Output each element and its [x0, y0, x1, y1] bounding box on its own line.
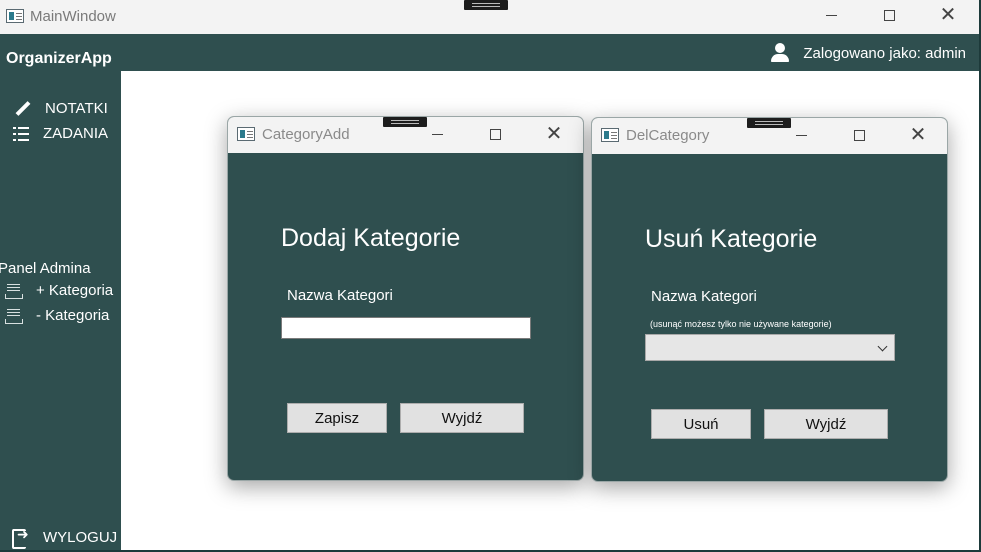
category-name-label: Nazwa Kategori [287, 287, 393, 304]
close-button[interactable]: ✕ [903, 122, 933, 148]
header-bar: OrganizerApp Zalogowano jako: admin [0, 34, 979, 71]
list-icon [13, 126, 29, 141]
maximize-button[interactable] [480, 121, 510, 147]
dialog-title: DelCategory [626, 127, 710, 144]
logged-in-label: Zalogowano jako: admin [803, 44, 966, 62]
minimize-icon [795, 134, 807, 136]
drag-handle-icon[interactable] [464, 0, 508, 10]
maximize-button[interactable] [874, 2, 904, 28]
sidebar-item-add-category[interactable]: + Kategoria [5, 282, 113, 299]
drag-handle-icon[interactable] [383, 117, 427, 127]
category-select[interactable] [645, 334, 895, 361]
sidebar-item-label: NOTATKI [45, 100, 108, 117]
sidebar-item-notes[interactable]: NOTATKI [15, 100, 108, 117]
window-title: MainWindow [30, 8, 116, 25]
sidebar-item-remove-category[interactable]: - Kategoria [5, 307, 109, 324]
admin-panel-heading: Panel Admina [0, 260, 91, 277]
logout-icon [12, 526, 29, 549]
maximize-icon [853, 129, 865, 141]
close-icon: ✕ [545, 123, 563, 145]
category-name-label: Nazwa Kategori [651, 288, 757, 305]
maximize-icon [489, 128, 501, 140]
app-icon [237, 127, 255, 141]
minimize-icon [825, 14, 837, 16]
sidebar-item-tasks[interactable]: ZADANIA [13, 125, 108, 142]
app-icon [601, 128, 619, 142]
pencil-icon [15, 101, 31, 117]
close-icon: ✕ [909, 124, 927, 146]
exit-button[interactable]: Wyjdź [400, 403, 524, 433]
chevron-down-icon [877, 341, 888, 352]
app-icon [6, 9, 24, 23]
maximize-icon [883, 9, 895, 21]
close-icon: ✕ [939, 4, 957, 26]
sidebar: NOTATKI ZADANIA Panel Admina + Kategoria… [0, 71, 121, 550]
del-category-dialog: DelCategory ✕ Usuń Kategorie Nazwa Kateg… [591, 117, 948, 482]
dialog-title: CategoryAdd [262, 126, 350, 143]
category-name-input[interactable] [281, 317, 531, 339]
user-icon [771, 43, 790, 63]
dialog-heading: Usuń Kategorie [645, 225, 818, 253]
app-brand: OrganizerApp [6, 50, 112, 67]
sidebar-item-logout[interactable]: WYLOGUJ [12, 526, 118, 549]
delete-button[interactable]: Usuń [651, 409, 751, 439]
minimize-button[interactable] [786, 122, 816, 148]
delete-hint-text: (usunąć możesz tylko nie używane kategor… [650, 319, 832, 329]
sidebar-item-label: + Kategoria [36, 282, 114, 299]
sidebar-item-label: WYLOGUJ [43, 529, 118, 546]
drag-handle-icon[interactable] [747, 118, 791, 128]
minimize-button[interactable] [816, 2, 846, 28]
close-button[interactable]: ✕ [539, 121, 569, 147]
maximize-button[interactable] [844, 122, 874, 148]
user-info: Zalogowano jako: admin [771, 43, 966, 63]
dialog-heading: Dodaj Kategorie [281, 224, 461, 252]
dialog-titlebar[interactable]: CategoryAdd ✕ [228, 117, 583, 153]
category-icon [5, 283, 23, 299]
exit-button[interactable]: Wyjdź [764, 409, 888, 439]
minimize-button[interactable] [422, 121, 452, 147]
category-add-dialog: CategoryAdd ✕ Dodaj Kategorie Nazwa Kate… [227, 116, 584, 481]
close-button[interactable]: ✕ [933, 2, 963, 28]
sidebar-item-label: - Kategoria [36, 307, 110, 324]
save-button[interactable]: Zapisz [287, 403, 387, 433]
main-titlebar[interactable]: MainWindow ✕ [0, 0, 979, 34]
dialog-titlebar[interactable]: DelCategory ✕ [592, 118, 947, 154]
sidebar-item-label: ZADANIA [43, 125, 109, 142]
category-icon [5, 308, 23, 324]
minimize-icon [431, 133, 443, 135]
